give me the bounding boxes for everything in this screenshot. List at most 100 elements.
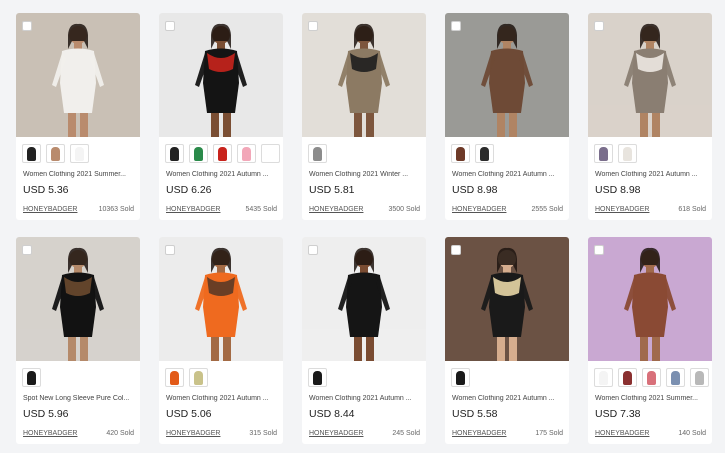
product-title[interactable]: Spot New Long Sleeve Pure Col... — [23, 395, 135, 402]
color-swatch[interactable] — [451, 368, 470, 387]
select-checkbox[interactable] — [451, 21, 461, 31]
color-swatch[interactable] — [642, 368, 661, 387]
product-price: USD 8.98 — [595, 184, 641, 196]
product-card[interactable]: Women Clothing 2021 Autumn ... USD 8.98 HO… — [445, 13, 569, 220]
sold-count: 10363 Sold — [98, 206, 134, 213]
color-swatches — [451, 144, 494, 164]
select-checkbox[interactable] — [22, 245, 32, 255]
product-card[interactable]: Women Clothing 2021 Autumn ... USD 8.44 HO… — [302, 237, 426, 444]
product-card[interactable]: Women Clothing 2021 Autumn ... USD 8.98 HO… — [588, 13, 712, 220]
product-price: USD 7.38 — [595, 408, 641, 420]
seller-link[interactable]: HONEYBADGER — [309, 206, 363, 213]
color-swatch[interactable] — [165, 144, 184, 163]
sold-count: 2555 Sold — [531, 206, 563, 213]
product-image[interactable] — [588, 237, 712, 361]
seller-link[interactable]: HONEYBADGER — [452, 206, 506, 213]
color-swatch[interactable] — [308, 144, 327, 163]
product-image[interactable] — [445, 237, 569, 361]
seller-link[interactable]: HONEYBADGER — [23, 430, 77, 437]
select-checkbox[interactable] — [308, 21, 318, 31]
product-title[interactable]: Women Clothing 2021 Winter ... — [309, 171, 421, 178]
model-left-leg — [68, 337, 76, 361]
color-swatch[interactable] — [213, 144, 232, 163]
product-card[interactable]: › Women Clothing 2021 Autumn ... USD 6.26 H… — [159, 13, 283, 220]
model-left-leg — [640, 113, 648, 137]
sold-count: 3500 Sold — [388, 206, 420, 213]
select-checkbox[interactable] — [22, 21, 32, 31]
product-image[interactable] — [159, 237, 283, 361]
color-swatch[interactable] — [594, 144, 613, 163]
model-right-leg — [509, 113, 517, 137]
seller-link[interactable]: HONEYBADGER — [595, 206, 649, 213]
product-card[interactable]: Women Clothing 2021 Summer... USD 5.36 HON… — [16, 13, 140, 220]
product-price: USD 5.81 — [309, 184, 355, 196]
sold-count: 618 Sold — [678, 206, 706, 213]
product-title[interactable]: Women Clothing 2021 Autumn ... — [309, 395, 421, 402]
color-swatch[interactable] — [46, 144, 65, 163]
product-price: USD 8.44 — [309, 408, 355, 420]
product-image[interactable] — [16, 13, 140, 137]
product-image[interactable] — [16, 237, 140, 361]
product-title[interactable]: Women Clothing 2021 Autumn ... — [595, 171, 707, 178]
product-title[interactable]: Women Clothing 2021 Summer... — [23, 171, 135, 178]
color-swatch[interactable] — [22, 144, 41, 163]
color-swatches — [22, 144, 89, 164]
model-right-leg — [366, 337, 374, 361]
color-swatch[interactable] — [618, 144, 637, 163]
product-photo — [445, 237, 569, 361]
select-checkbox[interactable] — [308, 245, 318, 255]
seller-link[interactable]: HONEYBADGER — [452, 430, 506, 437]
seller-link[interactable]: HONEYBADGER — [23, 206, 77, 213]
product-title[interactable]: Women Clothing 2021 Summer... — [595, 395, 707, 402]
color-swatch[interactable] — [690, 368, 709, 387]
seller-link[interactable]: HONEYBADGER — [166, 206, 220, 213]
color-swatch[interactable] — [189, 368, 208, 387]
product-card[interactable]: Women Clothing 2021 Autumn ... USD 5.58 HO… — [445, 237, 569, 444]
product-title[interactable]: Women Clothing 2021 Autumn ... — [166, 395, 278, 402]
color-swatch[interactable] — [237, 144, 256, 163]
product-title[interactable]: Women Clothing 2021 Autumn ... — [452, 395, 564, 402]
color-swatch[interactable] — [22, 368, 41, 387]
product-image[interactable] — [445, 13, 569, 137]
sold-count: 315 Sold — [249, 430, 277, 437]
product-image[interactable] — [302, 237, 426, 361]
product-image[interactable] — [588, 13, 712, 137]
product-card[interactable]: Women Clothing 2021 Autumn ... USD 5.06 HO… — [159, 237, 283, 444]
color-swatch[interactable] — [70, 144, 89, 163]
seller-link[interactable]: HONEYBADGER — [166, 430, 220, 437]
color-swatches — [308, 144, 327, 164]
select-checkbox[interactable] — [165, 21, 175, 31]
color-swatches: › — [165, 144, 283, 164]
select-checkbox[interactable] — [451, 245, 461, 255]
color-swatch[interactable] — [165, 368, 184, 387]
seller-link[interactable]: HONEYBADGER — [309, 430, 363, 437]
select-checkbox[interactable] — [594, 21, 604, 31]
select-checkbox[interactable] — [165, 245, 175, 255]
color-swatch[interactable] — [666, 368, 685, 387]
color-swatch[interactable] — [475, 144, 494, 163]
product-card[interactable]: Women Clothing 2021 Winter ... USD 5.81 HO… — [302, 13, 426, 220]
product-image[interactable] — [302, 13, 426, 137]
product-card[interactable]: Women Clothing 2021 Summer... USD 7.38 HON… — [588, 237, 712, 444]
color-swatch[interactable] — [308, 368, 327, 387]
select-checkbox[interactable] — [594, 245, 604, 255]
product-price: USD 5.06 — [166, 408, 212, 420]
product-photo — [16, 13, 140, 137]
product-photo — [302, 237, 426, 361]
seller-link[interactable]: HONEYBADGER — [595, 430, 649, 437]
color-swatch[interactable] — [261, 144, 280, 163]
product-card[interactable]: Spot New Long Sleeve Pure Col... USD 5.96… — [16, 237, 140, 444]
color-swatch[interactable] — [451, 144, 470, 163]
color-swatch[interactable] — [618, 368, 637, 387]
product-title[interactable]: Women Clothing 2021 Autumn ... — [452, 171, 564, 178]
product-image[interactable] — [159, 13, 283, 137]
model-right-leg — [80, 337, 88, 361]
product-photo — [588, 13, 712, 137]
color-swatch[interactable] — [594, 368, 613, 387]
color-swatch[interactable] — [189, 144, 208, 163]
color-swatches — [165, 368, 208, 388]
product-title[interactable]: Women Clothing 2021 Autumn ... — [166, 171, 278, 178]
sold-count: 420 Sold — [106, 430, 134, 437]
product-photo — [159, 237, 283, 361]
model-right-leg — [652, 337, 660, 361]
